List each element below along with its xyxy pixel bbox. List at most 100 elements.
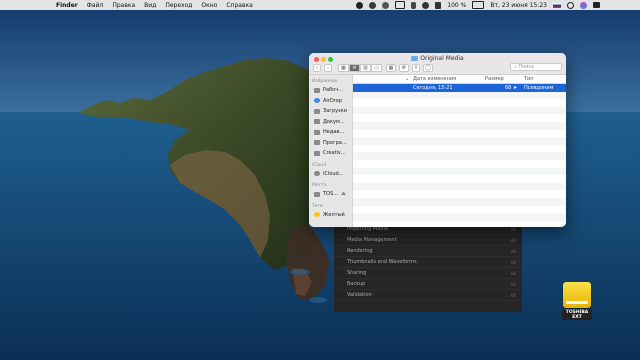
sidebar-item-documents[interactable]: Докум… — [309, 117, 352, 128]
empty-row — [353, 137, 566, 145]
list-item[interactable]: Sharing kB — [334, 268, 522, 279]
documents-icon — [314, 119, 320, 125]
sidebar-item-creative[interactable]: Creativ… — [309, 148, 352, 159]
list-item-label: Media Management — [347, 237, 397, 243]
external-drive-icon — [563, 282, 591, 308]
time-machine-icon[interactable] — [382, 1, 390, 9]
column-header-chevron-icon[interactable]: ⌄ — [405, 76, 409, 82]
menu-go[interactable]: Переход — [165, 2, 192, 9]
list-item[interactable]: Media Management kB — [334, 235, 522, 246]
siri-icon[interactable] — [580, 1, 587, 9]
spotlight-icon[interactable] — [567, 1, 574, 9]
icon-view-button[interactable]: ▦ — [338, 63, 349, 72]
window-title: Original Media — [309, 55, 566, 62]
table-row[interactable]: Сегодня, 15:21 68 ➤ Псевдоним — [353, 84, 566, 92]
sidebar-item-label: Недав… — [323, 129, 345, 136]
column-header-date[interactable]: Дата изменения — [413, 76, 456, 82]
clock[interactable]: Вт, 23 июня 15:23 — [490, 2, 547, 9]
menu-finder[interactable]: Finder — [56, 2, 78, 9]
folder-icon — [314, 150, 320, 156]
menu-view[interactable]: Вид — [144, 2, 156, 9]
menu-file[interactable]: Файл — [87, 2, 104, 9]
list-item-size: kB — [510, 259, 516, 265]
file-list: ⌄ Дата изменения Размер Тип Сегодня, 15:… — [353, 75, 566, 227]
sidebar-item-toshiba[interactable]: TOS… ⏏ — [309, 189, 352, 200]
sidebar-item-icloud-drive[interactable]: iCloud… — [309, 169, 352, 180]
sidebar-header-favorites: Избранное — [312, 79, 338, 84]
display-icon[interactable] — [395, 1, 406, 9]
menu-edit[interactable]: Правка — [112, 2, 135, 9]
record-icon[interactable] — [356, 1, 364, 9]
sidebar-item-tag-yellow[interactable]: Желтый — [309, 210, 352, 221]
desktop-drive-icon[interactable]: TOSHIBA EXT — [562, 282, 592, 322]
forward-button[interactable]: › — [324, 63, 332, 72]
list-item[interactable]: Validation kB — [334, 290, 522, 301]
bluetooth-icon[interactable] — [411, 1, 417, 9]
background-app-window: Importing Media kB Media Management kB Ren… — [334, 224, 522, 312]
empty-row — [353, 121, 566, 130]
column-header-size[interactable]: Размер — [485, 76, 504, 82]
app-status-icon[interactable] — [369, 1, 377, 9]
tag-button[interactable]: ◯ — [423, 63, 433, 72]
sidebar-item-label: TOS… — [323, 191, 339, 198]
row-date: Сегодня, 15:21 — [413, 85, 453, 91]
toolbar: ‹ › ▦ ≡ ▥ ▭ ▦ ⚙ ⇪ ◯ ⌕ Поиск — [313, 63, 562, 72]
menu-extras: 100 % Вт, 23 июня 15:23 — [356, 0, 600, 10]
empty-row — [353, 106, 566, 115]
back-button[interactable]: ‹ — [313, 63, 321, 72]
input-source-flag-icon[interactable] — [553, 2, 561, 8]
list-item-size: kB — [510, 248, 516, 254]
list-item[interactable]: Thumbnails and Waveforms kB — [334, 257, 522, 268]
finder-window: Original Media ‹ › ▦ ≡ ▥ ▭ ▦ ⚙ ⇪ ◯ ⌕ Пои… — [309, 53, 566, 227]
recents-icon — [314, 129, 320, 135]
airdrop-icon — [314, 98, 320, 104]
cloud-icon — [314, 171, 320, 177]
sidebar-item-downloads[interactable]: Загрузки — [309, 106, 352, 117]
yellow-tag-icon — [314, 212, 320, 218]
title-bar[interactable]: Original Media ‹ › ▦ ≡ ▥ ▭ ▦ ⚙ ⇪ ◯ ⌕ Пои… — [309, 53, 566, 75]
row-type: Псевдоним — [524, 85, 554, 91]
battery-icon[interactable] — [472, 1, 485, 9]
sidebar-item-airdrop[interactable]: AirDrop — [309, 96, 352, 107]
menu-bar: Finder Файл Правка Вид Переход Окно Спра… — [0, 0, 640, 10]
notification-center-icon[interactable] — [593, 2, 600, 8]
list-item[interactable]: Rendering kB — [334, 246, 522, 257]
empty-row — [353, 91, 566, 100]
column-view-button[interactable]: ▥ — [360, 63, 371, 72]
list-item-label: Thumbnails and Waveforms — [347, 259, 417, 265]
group-button[interactable]: ▦ — [386, 63, 396, 72]
list-item-size: kB — [510, 292, 516, 298]
sidebar-item-recents[interactable]: Недав… — [309, 127, 352, 138]
empty-row — [353, 114, 566, 122]
gallery-view-button[interactable]: ▭ — [371, 63, 382, 72]
list-view-button[interactable]: ≡ — [349, 63, 360, 72]
menu-window[interactable]: Окно — [201, 2, 217, 9]
menu-help[interactable]: Справка — [226, 2, 252, 9]
empty-row — [353, 190, 566, 198]
sidebar-item-label: iCloud… — [323, 170, 344, 177]
action-gear-button[interactable]: ⚙ — [399, 63, 409, 72]
wifi-icon[interactable] — [422, 1, 430, 9]
share-button[interactable]: ⇪ — [412, 63, 420, 72]
list-item[interactable]: Backup kB — [334, 279, 522, 290]
sidebar: Избранное Рабоч… AirDrop Загрузки Докум…… — [309, 75, 353, 227]
sidebar-item-desktop[interactable]: Рабоч… — [309, 85, 352, 96]
eject-icon[interactable]: ⏏ — [341, 191, 346, 197]
window-title-text: Original Media — [420, 55, 464, 62]
cursor-icon: ➤ — [513, 85, 518, 91]
battery-percent[interactable]: 100 % — [447, 2, 466, 9]
sidebar-item-label: Загрузки — [323, 108, 347, 115]
empty-row — [353, 182, 566, 191]
sidebar-item-applications[interactable]: Програ… — [309, 138, 352, 149]
empty-row — [353, 213, 566, 221]
sidebar-item-label: Програ… — [323, 139, 347, 146]
search-field[interactable]: ⌕ Поиск — [510, 63, 562, 71]
list-item-label: Sharing — [347, 270, 367, 276]
list-item-label: Validation — [347, 292, 372, 298]
list-item-size: kB — [510, 226, 516, 232]
empty-row — [353, 167, 566, 176]
sidebar-header-icloud: iCloud — [312, 162, 327, 168]
volume-icon[interactable] — [435, 1, 442, 9]
empty-row — [353, 175, 566, 183]
column-header-type[interactable]: Тип — [524, 76, 534, 82]
